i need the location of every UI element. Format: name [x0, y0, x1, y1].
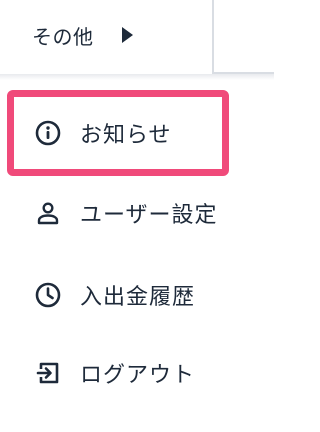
menu-item-label: 入出金履歴 — [80, 285, 196, 310]
caret-right-icon — [121, 27, 133, 43]
other-menu-label: その他 — [32, 24, 94, 49]
menu-item-label: お知らせ — [80, 123, 172, 148]
info-icon — [34, 119, 62, 147]
clock-icon — [34, 281, 62, 309]
menu-item-transaction-history[interactable]: 入出金履歴 — [0, 263, 274, 327]
menu-item-label: ユーザー設定 — [80, 203, 218, 228]
top-bar: その他 — [0, 0, 274, 74]
menu-item-label: ログアウト — [80, 363, 196, 388]
logout-icon — [34, 359, 62, 387]
menu-item-notifications[interactable]: お知らせ — [0, 101, 274, 165]
dropdown-shadow — [0, 74, 274, 80]
other-menu-toggle[interactable]: その他 — [32, 18, 133, 52]
menu-item-user-settings[interactable]: ユーザー設定 — [0, 181, 274, 245]
user-icon — [34, 199, 62, 227]
menu-item-logout[interactable]: ログアウト — [0, 341, 274, 405]
content-panel-edge — [212, 0, 274, 74]
